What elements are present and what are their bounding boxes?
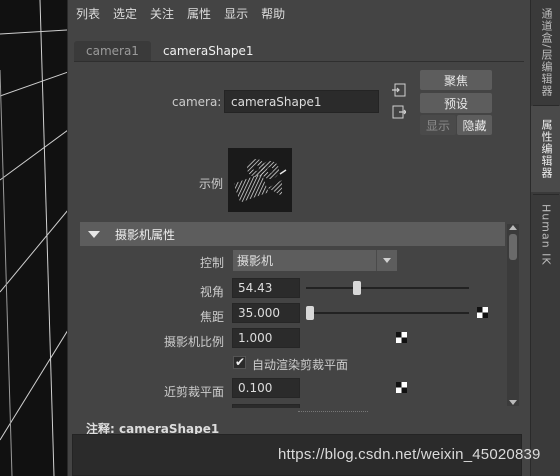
camera-scale-field[interactable] [232, 328, 300, 348]
menu-attributes[interactable]: 属性 [187, 5, 211, 22]
collapse-arrow-icon[interactable] [88, 230, 100, 238]
load-attributes-icon[interactable] [392, 83, 406, 97]
focal-length-slider-handle[interactable] [306, 306, 314, 320]
map-texture-icon[interactable] [477, 307, 488, 318]
menu-focus[interactable]: 关注 [150, 5, 174, 22]
focus-button[interactable]: 聚焦 [420, 70, 492, 90]
side-tab-divider [533, 194, 559, 195]
side-tab-channel-box[interactable]: 通道盒/层编辑器 [531, 0, 560, 104]
dropdown-separator [376, 250, 377, 271]
viewport-panel[interactable] [0, 0, 68, 476]
control-dropdown[interactable]: 摄影机 [233, 250, 397, 271]
tab-camera-shape1[interactable]: cameraShape1 [150, 41, 266, 61]
camera-scale-label: 摄影机比例 [163, 335, 224, 349]
section-title: 摄影机属性 [115, 227, 176, 242]
viewport-grid [0, 0, 67, 476]
near-clip-plane-field[interactable] [232, 378, 300, 398]
side-tab-human-ik-label: Human IK [539, 204, 553, 266]
menu-help[interactable]: 帮助 [261, 5, 285, 22]
focal-length-label: 焦距 [199, 310, 224, 324]
focal-length-field[interactable] [232, 303, 300, 323]
control-label: 控制 [199, 256, 224, 270]
chevron-down-icon[interactable] [383, 258, 391, 263]
auto-render-clip-plane-label: 自动渲染剪裁平面 [252, 358, 349, 372]
far-clip-plane-field[interactable] [232, 404, 300, 408]
attribute-scroll-area[interactable]: 摄影机属性 控制 摄影机 视角 焦距 摄影机比例 ✔ 自动渲染剪裁平 [80, 222, 507, 408]
scrollbar-thumb[interactable] [509, 234, 517, 260]
camera-swatch [228, 148, 292, 212]
angle-of-view-field[interactable] [232, 278, 300, 298]
side-tab-attribute-editor[interactable]: 属性编辑器 [531, 106, 560, 192]
side-tab-attribute-editor-label: 属性编辑器 [540, 119, 553, 179]
tab-camera1[interactable]: camera1 [74, 41, 151, 61]
node-name-field[interactable] [224, 90, 379, 113]
sample-label: 示例 [199, 177, 224, 191]
scroll-down-icon[interactable] [509, 400, 517, 405]
menu-bar: 列表 选定 关注 属性 显示 帮助 [68, 0, 530, 26]
node-tabs: camera1 cameraShape1 [74, 41, 266, 61]
show-button[interactable]: 显示 [420, 115, 456, 135]
node-type-label: camera: [172, 95, 222, 109]
angle-of-view-slider-handle[interactable] [352, 281, 361, 295]
map-texture-icon[interactable] [396, 332, 407, 343]
presets-button[interactable]: 预设 [420, 93, 492, 113]
notes-splitter[interactable] [298, 411, 368, 413]
focal-length-slider-track[interactable] [306, 312, 469, 314]
attribute-editor-panel: 列表 选定 关注 属性 显示 帮助 camera1 cameraShape1 c… [68, 0, 530, 476]
tab-divider [74, 61, 524, 62]
menu-show[interactable]: 显示 [224, 5, 248, 22]
attribute-scrollbar[interactable] [507, 224, 519, 406]
scroll-up-icon[interactable] [509, 225, 517, 230]
menu-selected[interactable]: 选定 [113, 5, 137, 22]
copy-tab-icon[interactable] [392, 105, 406, 119]
menu-list[interactable]: 列表 [76, 5, 100, 22]
watermark-text: https://blog.csdn.net/weixin_45020839 [278, 446, 541, 463]
side-tab-channel-box-label: 通道盒/层编辑器 [540, 7, 553, 97]
check-icon: ✔ [235, 355, 246, 369]
side-tab-strip: 通道盒/层编辑器 属性编辑器 Human IK [530, 0, 560, 476]
camera-attributes-section-header[interactable]: 摄影机属性 [80, 222, 505, 246]
angle-of-view-slider-track[interactable] [306, 287, 469, 289]
angle-of-view-label: 视角 [199, 285, 224, 299]
map-texture-icon[interactable] [396, 382, 407, 393]
near-clip-plane-label: 近剪裁平面 [163, 385, 224, 399]
camera-icon [234, 159, 287, 202]
control-dropdown-value: 摄影机 [237, 254, 274, 268]
side-tab-human-ik[interactable]: Human IK [531, 196, 560, 274]
hide-button[interactable]: 隐藏 [457, 115, 492, 135]
